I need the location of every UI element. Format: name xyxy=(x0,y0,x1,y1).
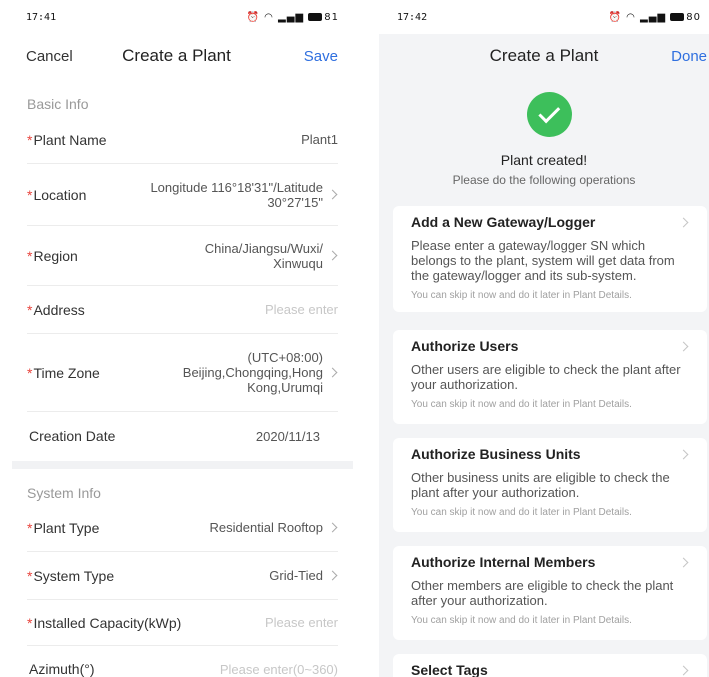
select-tags-card[interactable]: Select Tags xyxy=(393,654,707,677)
region-label: *Region xyxy=(27,247,78,264)
status-bar: 17:42 ⏰ ◠ ▂▄▆ 80 xyxy=(379,0,709,34)
section-divider xyxy=(12,461,353,469)
card-description: Other users are eligible to check the pl… xyxy=(411,362,681,392)
creation-date-label: Creation Date xyxy=(29,428,116,444)
alarm-icon: ⏰ xyxy=(608,11,622,23)
page-title: Create a Plant xyxy=(489,46,599,65)
system-type-row[interactable]: *System Type Grid-Tied xyxy=(27,552,338,600)
installed-capacity-label: *Installed Capacity(kWp) xyxy=(27,614,182,631)
chevron-right-icon xyxy=(678,341,689,351)
system-info-heading: System Info xyxy=(27,485,101,501)
done-button[interactable]: Done xyxy=(671,48,707,65)
cancel-button[interactable]: Cancel xyxy=(26,48,73,65)
plant-type-value: Residential Rooftop xyxy=(210,520,338,535)
card-title: Add a New Gateway/Logger xyxy=(411,214,596,230)
azimuth-row[interactable]: Azimuth(°) Please enter(0~360) xyxy=(27,646,338,677)
card-note: You can skip it now and do it later in P… xyxy=(411,615,632,626)
creation-date-value[interactable]: 2020/11/13 xyxy=(256,429,338,444)
authorize-users-card[interactable]: Authorize Users Other users are eligible… xyxy=(393,330,707,424)
chevron-right-icon xyxy=(678,449,689,459)
success-subtitle: Please do the following operations xyxy=(452,173,636,187)
location-value: Longitude 116°18'31"/Latitude 30°27'15" xyxy=(150,180,338,210)
status-icons: ⏰ ◠ ▂▄▆ 81 xyxy=(246,12,339,23)
status-time: 17:41 xyxy=(26,11,57,23)
required-mark: * xyxy=(27,614,33,631)
plant-created-screen: 17:42 ⏰ ◠ ▂▄▆ 80 Create a Plant Done Pla… xyxy=(379,0,709,677)
installed-capacity-row[interactable]: *Installed Capacity(kWp) Please enter xyxy=(27,600,338,646)
card-title: Authorize Internal Members xyxy=(411,554,596,570)
status-time: 17:42 xyxy=(397,11,428,23)
azimuth-input[interactable]: Please enter(0~360) xyxy=(220,662,338,677)
card-description: Other business units are eligible to che… xyxy=(411,470,670,500)
wifi-icon: ◠ xyxy=(626,11,636,23)
authorize-internal-members-card[interactable]: Authorize Internal Members Other members… xyxy=(393,546,707,640)
battery-level: 81 xyxy=(324,11,339,23)
location-label: *Location xyxy=(27,186,87,203)
card-note: You can skip it now and do it later in P… xyxy=(411,399,632,410)
signal-icon: ▂▄▆ xyxy=(640,11,667,23)
screen-gap xyxy=(353,0,379,677)
region-value: China/Jiangsu/Wuxi/ Xinwuqu xyxy=(205,241,338,271)
add-gateway-card[interactable]: Add a New Gateway/Logger Please enter a … xyxy=(393,206,707,312)
chevron-right-icon xyxy=(678,557,689,567)
required-mark: * xyxy=(27,364,33,381)
card-description: Please enter a gateway/logger SN which b… xyxy=(411,238,675,283)
chevron-right-icon xyxy=(327,522,338,533)
required-mark: * xyxy=(27,131,33,148)
signal-icon: ▂▄▆ xyxy=(278,11,305,23)
region-row[interactable]: *Region China/Jiangsu/Wuxi/ Xinwuqu xyxy=(27,226,338,286)
alarm-icon: ⏰ xyxy=(246,11,260,23)
plant-type-row[interactable]: *Plant Type Residential Rooftop xyxy=(27,504,338,552)
card-note: You can skip it now and do it later in P… xyxy=(411,290,632,301)
battery-icon xyxy=(308,12,323,21)
chevron-right-icon xyxy=(327,250,338,261)
battery-level: 80 xyxy=(686,11,701,23)
chevron-right-icon xyxy=(327,367,338,378)
save-button[interactable]: Save xyxy=(304,48,338,65)
time-zone-row[interactable]: *Time Zone (UTC+08:00) Beijing,Chongqing… xyxy=(27,334,338,412)
time-zone-value: (UTC+08:00) Beijing,Chongqing,Hong Kong,… xyxy=(183,350,338,395)
basic-info-heading: Basic Info xyxy=(27,96,89,112)
required-mark: * xyxy=(27,186,33,203)
check-circle-icon xyxy=(527,92,572,137)
status-icons: ⏰ ◠ ▂▄▆ 80 xyxy=(608,12,701,23)
plant-name-input[interactable]: Plant1 xyxy=(301,132,338,147)
system-type-value: Grid-Tied xyxy=(269,568,338,583)
create-plant-form-screen: 17:41 ⏰ ◠ ▂▄▆ 81 Cancel Create a Plant S… xyxy=(0,0,353,677)
success-title: Plant created! xyxy=(500,152,588,168)
plant-type-label: *Plant Type xyxy=(27,519,100,536)
chevron-right-icon xyxy=(678,217,689,227)
card-note: You can skip it now and do it later in P… xyxy=(411,507,632,518)
address-label: *Address xyxy=(27,301,85,318)
card-title: Select Tags xyxy=(411,662,488,677)
creation-date-row[interactable]: Creation Date 2020/11/13 xyxy=(27,412,338,460)
required-mark: * xyxy=(27,247,33,264)
chevron-right-icon xyxy=(327,189,338,200)
nav-bar: Cancel Create a Plant Save xyxy=(0,38,353,74)
plant-name-row[interactable]: *Plant Name Plant1 xyxy=(27,116,338,164)
system-type-label: *System Type xyxy=(27,567,115,584)
card-description: Other members are eligible to check the … xyxy=(411,578,674,608)
authorize-business-units-card[interactable]: Authorize Business Units Other business … xyxy=(393,438,707,532)
required-mark: * xyxy=(27,301,33,318)
card-title: Authorize Business Units xyxy=(411,446,581,462)
time-zone-label: *Time Zone xyxy=(27,364,100,381)
address-input[interactable]: Please enter xyxy=(265,302,338,317)
chevron-right-icon xyxy=(327,570,338,581)
address-row[interactable]: *Address Please enter xyxy=(27,286,338,334)
status-bar: 17:41 ⏰ ◠ ▂▄▆ 81 xyxy=(0,0,353,34)
location-row[interactable]: *Location Longitude 116°18'31"/Latitude … xyxy=(27,164,338,226)
battery-icon xyxy=(670,12,685,21)
wifi-icon: ◠ xyxy=(264,11,274,23)
azimuth-label: Azimuth(°) xyxy=(29,661,95,677)
nav-bar: Create a Plant Done xyxy=(379,38,709,74)
plant-name-label: *Plant Name xyxy=(27,131,107,148)
required-mark: * xyxy=(27,567,33,584)
card-title: Authorize Users xyxy=(411,338,519,354)
required-mark: * xyxy=(27,519,33,536)
installed-capacity-input[interactable]: Please enter xyxy=(265,615,338,630)
chevron-right-icon xyxy=(678,665,689,675)
